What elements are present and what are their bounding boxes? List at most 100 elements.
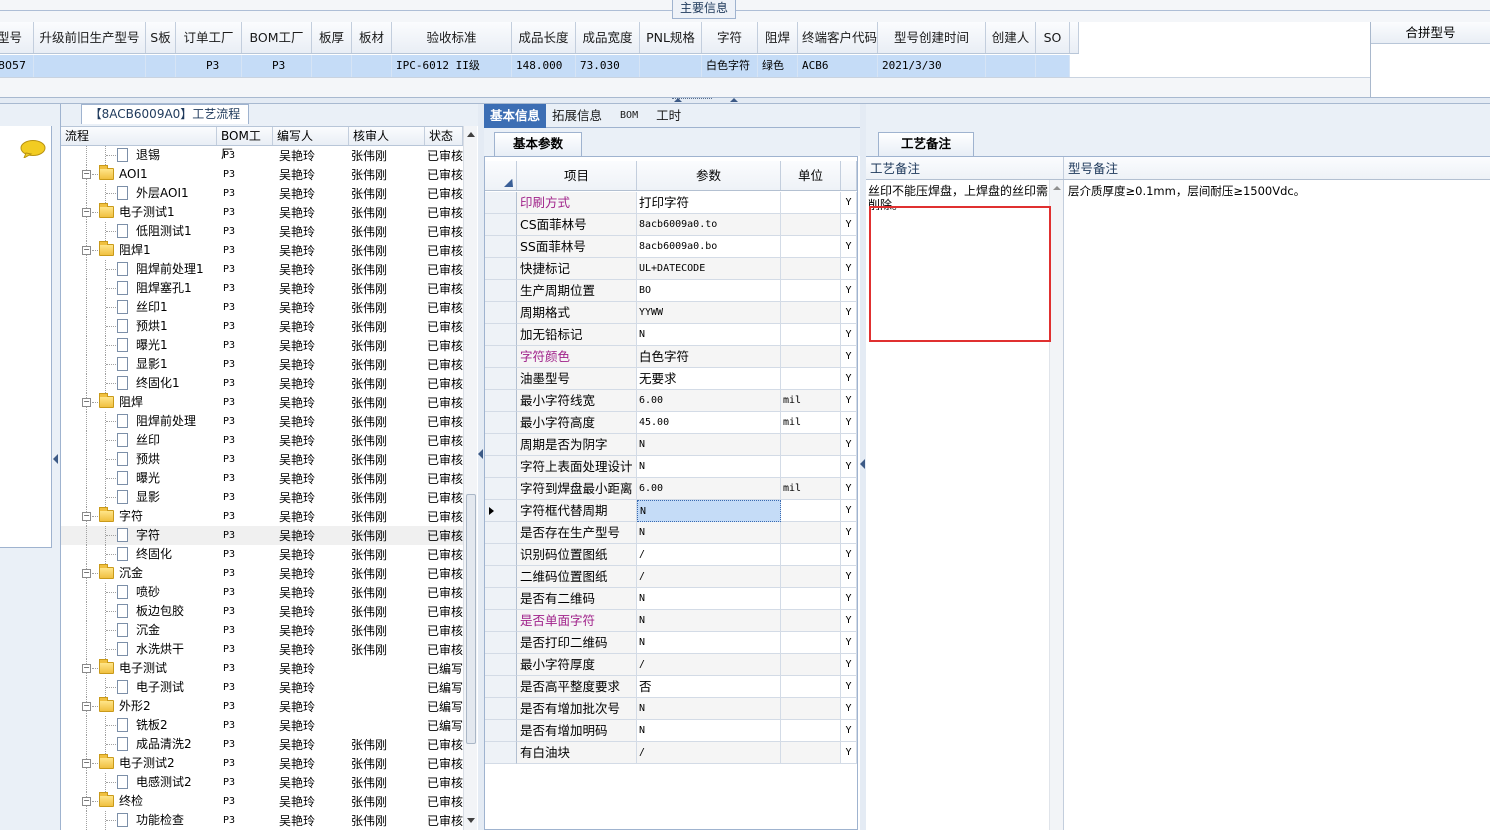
tree-node[interactable]: − AOI1 [61, 165, 217, 184]
tree-node[interactable]: − 终检 [61, 792, 217, 811]
row-indicator[interactable] [485, 566, 517, 588]
param-row[interactable]: 是否有增加明码 N Y [485, 720, 857, 742]
param-row[interactable]: 最小字符线宽 6.00 mil Y [485, 390, 857, 412]
param-flag[interactable]: Y [841, 280, 857, 302]
row-indicator[interactable] [485, 588, 517, 610]
tree-item-row[interactable]: 功能检查 P3 吴艳玲 张伟刚 已审核 [61, 811, 465, 830]
param-flag[interactable]: Y [841, 742, 857, 764]
scrollbar-thumb[interactable] [466, 494, 476, 744]
tree-node[interactable]: 字符 [61, 526, 217, 545]
row-indicator[interactable] [485, 390, 517, 412]
param-flag[interactable]: Y [841, 368, 857, 390]
comment-icon[interactable] [20, 140, 46, 158]
tree-item-row[interactable]: 曝光1 P3 吴艳玲 张伟刚 已审核 [61, 336, 465, 355]
main-info-cell[interactable]: P3 [242, 55, 312, 77]
collapse-left-icon[interactable] [53, 454, 58, 464]
tree-item-row[interactable]: 板边包胶 P3 吴艳玲 张伟刚 已审核 [61, 602, 465, 621]
tree-node[interactable]: 丝印1 [61, 298, 217, 317]
tree-node[interactable]: 喷砂 [61, 583, 217, 602]
param-row[interactable]: 字符颜色 白色字符 Y [485, 346, 857, 368]
collapse-node-icon[interactable]: − [82, 512, 91, 521]
tree-node[interactable]: 板边包胶 [61, 602, 217, 621]
row-indicator[interactable] [485, 258, 517, 280]
param-row[interactable]: 周期格式 YYWW Y [485, 302, 857, 324]
tree-item-row[interactable]: 终固化 P3 吴艳玲 张伟刚 已审核 [61, 545, 465, 564]
param-row[interactable]: 周期是否为阴字 N Y [485, 434, 857, 456]
tree-item-row[interactable]: 退锡 P3 吴艳玲 张伟刚 已审核 [61, 146, 465, 165]
tree-node[interactable]: − 字符 [61, 507, 217, 526]
param-value[interactable]: N [637, 500, 781, 522]
param-row[interactable]: 是否有二维码 N Y [485, 588, 857, 610]
main-info-col-header[interactable]: 终端客户代码 [798, 22, 878, 53]
param-row[interactable]: 是否有增加批次号 N Y [485, 698, 857, 720]
tree-node[interactable]: 丝印 [61, 431, 217, 450]
param-flag[interactable]: Y [841, 566, 857, 588]
main-info-title[interactable]: 主要信息 [672, 0, 736, 19]
col-status[interactable]: 状态 [425, 127, 463, 145]
param-row[interactable]: 加无铅标记 N Y [485, 324, 857, 346]
main-info-col-header[interactable]: 字符 [702, 22, 758, 53]
main-info-cell[interactable]: 148.000 [512, 55, 576, 77]
param-flag[interactable]: Y [841, 610, 857, 632]
main-info-cell[interactable]: ACB6 [798, 55, 878, 77]
main-info-data-row[interactable]: 8057 P3 P3 IPC-6012 II级 148.000 73.030 白色字符 绿色 A… [0, 55, 1070, 77]
col-process-remark[interactable]: 工艺备注 [866, 157, 1064, 179]
splitter-up-icon[interactable] [674, 98, 682, 102]
tab-work-hours[interactable]: 工时 [650, 104, 687, 128]
row-indicator[interactable] [485, 632, 517, 654]
row-indicator[interactable] [485, 236, 517, 258]
tree-node[interactable]: − 电子测试1 [61, 203, 217, 222]
param-value[interactable]: 白色字符 [637, 346, 781, 368]
col-writer[interactable]: 编写人 [273, 127, 349, 145]
col-process[interactable]: 流程 [61, 127, 217, 145]
main-info-col-header[interactable]: S板 [146, 22, 176, 53]
main-info-col-header[interactable]: 型号创建时间 [878, 22, 986, 53]
model-remark-text[interactable]: 层介质厚度≥0.1mm，层间耐压≥1500Vdc。 [1068, 184, 1305, 198]
param-row[interactable]: 生产周期位置 BO Y [485, 280, 857, 302]
main-info-cell[interactable]: 73.030 [576, 55, 640, 77]
main-info-col-header[interactable]: 板材 [352, 22, 392, 53]
param-value[interactable]: N [637, 698, 781, 720]
param-value[interactable]: N [637, 456, 781, 478]
tree-item-row[interactable]: 预烘 P3 吴艳玲 张伟刚 已审核 [61, 450, 465, 469]
param-flag[interactable]: Y [841, 544, 857, 566]
col-item[interactable]: 项目 [517, 161, 637, 190]
tree-item-row[interactable]: 水洗烘干 P3 吴艳玲 张伟刚 已审核 [61, 640, 465, 659]
main-info-col-header[interactable]: 板厚 [312, 22, 352, 53]
tree-folder-row[interactable]: − 终检 P3 吴艳玲 张伟刚 已审核 [61, 792, 465, 811]
main-info-cell[interactable] [34, 55, 146, 77]
param-value[interactable]: 45.00 [637, 412, 781, 434]
main-info-col-header[interactable]: BOM工厂 [242, 22, 312, 53]
param-value[interactable]: / [637, 544, 781, 566]
param-flag[interactable]: Y [841, 478, 857, 500]
main-info-cell[interactable]: 2021/3/30 [878, 55, 986, 77]
col-unit[interactable]: 单位 [781, 161, 841, 190]
tree-node[interactable]: 预烘1 [61, 317, 217, 336]
tree-node[interactable]: 曝光 [61, 469, 217, 488]
remark-scrollbar[interactable] [1049, 180, 1063, 830]
tree-node[interactable]: 终固化 [61, 545, 217, 564]
param-flag[interactable]: Y [841, 676, 857, 698]
tree-scrollbar[interactable] [463, 126, 477, 830]
main-info-col-header[interactable]: 订单工厂 [176, 22, 242, 53]
tree-node[interactable]: 曝光1 [61, 336, 217, 355]
row-indicator[interactable] [485, 742, 517, 764]
tree-item-row[interactable]: 预烘1 P3 吴艳玲 张伟刚 已审核 [61, 317, 465, 336]
main-info-cell[interactable]: 绿色 [758, 55, 798, 77]
row-indicator[interactable] [485, 324, 517, 346]
param-value[interactable]: N [637, 610, 781, 632]
collapse-left-icon[interactable] [478, 449, 483, 459]
param-value[interactable]: UL+DATECODE [637, 258, 781, 280]
col-reviewer[interactable]: 核审人 [349, 127, 425, 145]
param-value[interactable]: BO [637, 280, 781, 302]
param-value[interactable]: N [637, 434, 781, 456]
tree-node[interactable]: − 电子测试2 [61, 754, 217, 773]
param-flag[interactable]: Y [841, 412, 857, 434]
tree-item-row[interactable]: 曝光 P3 吴艳玲 张伟刚 已审核 [61, 469, 465, 488]
tree-folder-row[interactable]: − 电子测试2 P3 吴艳玲 张伟刚 已审核 [61, 754, 465, 773]
param-row[interactable]: 快捷标记 UL+DATECODE Y [485, 258, 857, 280]
tree-node[interactable]: 显影 [61, 488, 217, 507]
param-row[interactable]: 是否打印二维码 N Y [485, 632, 857, 654]
param-flag[interactable]: Y [841, 720, 857, 742]
row-indicator[interactable] [485, 478, 517, 500]
